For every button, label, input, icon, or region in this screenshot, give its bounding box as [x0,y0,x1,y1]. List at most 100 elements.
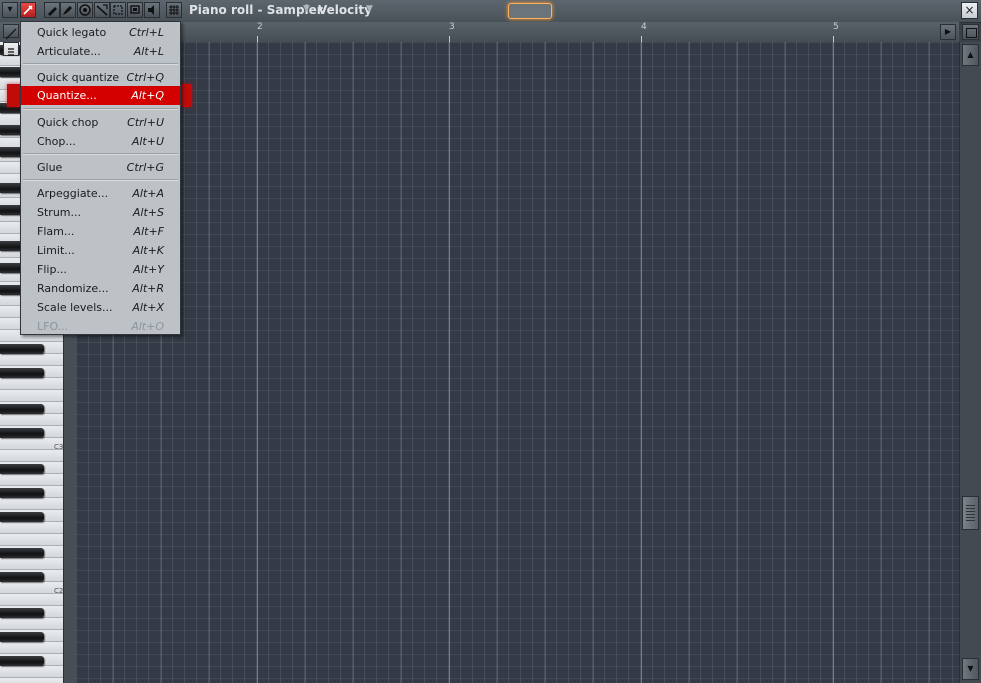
keyboard-view-button[interactable] [3,24,19,40]
black-key[interactable] [0,344,44,354]
menu-item-shortcut: Alt+O [131,320,164,333]
target-control-label[interactable]: Velocity [318,3,372,17]
beat-line [353,42,354,683]
black-key[interactable] [0,632,44,642]
menu-item-lfo: LFO... Alt+O [21,317,180,336]
beat-line [689,42,690,683]
menu-item-shortcut: Alt+Y [133,263,164,276]
playback-tool-button[interactable] [144,2,160,18]
menu-item-randomize[interactable]: Randomize... Alt+R [21,279,180,298]
stamp-icon [169,5,179,15]
black-key[interactable] [0,656,44,666]
black-key[interactable] [0,428,44,438]
diagonal-icon [5,28,17,40]
ruler-bar-label: 5 [833,22,839,32]
wrench-icon [23,5,33,15]
keyboard-options-button[interactable] [3,42,19,56]
tools-menu-button[interactable] [20,2,36,18]
black-key[interactable] [0,548,44,558]
menu-item-label: Limit... [37,244,75,257]
octave-label: C2 [54,587,64,595]
menu-item-arpeggiate[interactable]: Arpeggiate... Alt+A [21,184,180,203]
brush-icon [63,6,72,15]
pencil-icon [48,7,57,16]
menu-item-quick-quantize[interactable]: Quick quantize Ctrl+Q [21,68,180,87]
black-key[interactable] [0,512,44,522]
bar-line [449,42,450,683]
window-menu-button[interactable]: ▾ [2,2,18,18]
arrow-right-icon: ▶ [944,27,952,36]
speaker-icon [148,5,154,15]
menu-item-shortcut: Alt+K [132,244,164,257]
scroll-right-button[interactable]: ▶ [940,24,956,40]
menu-item-label: Articulate... [37,45,101,58]
menu-separator [23,63,178,65]
menu-item-articulate[interactable]: Articulate... Alt+L [21,42,180,61]
beat-line [785,42,786,683]
tools-menu: Quick legato Ctrl+L Articulate... Alt+L … [20,21,181,335]
menu-item-strum[interactable]: Strum... Alt+S [21,203,180,222]
arrow-down-icon: ▾ [7,4,13,15]
menu-item-label: LFO... [37,320,69,333]
title-dropdown-icon[interactable]: ▼ [303,4,310,14]
menu-item-shortcut: Ctrl+Q [126,71,164,84]
zoom-icon [130,5,140,14]
scroll-down-button[interactable]: ▼ [962,658,979,680]
menu-item-shortcut: Alt+Q [131,89,164,102]
black-key[interactable] [0,404,44,414]
menu-separator [23,153,178,155]
scrollbar-thumb[interactable] [962,496,979,530]
menu-item-quantize[interactable]: Quantize... Alt+Q [21,86,180,105]
vertical-scrollbar[interactable]: ▲ ▼ [959,42,981,683]
scroll-up-button[interactable]: ▲ [962,44,979,66]
select-tool-button[interactable] [110,2,126,18]
menu-item-shortcut: Alt+U [131,135,164,148]
beat-line [593,42,594,683]
menu-separator [23,108,178,110]
menu-item-label: Chop... [37,135,76,148]
slice-tool-button[interactable] [94,2,110,18]
black-key[interactable] [0,572,44,582]
close-button[interactable]: × [961,2,978,19]
list-icon [8,48,14,56]
stamp-button[interactable] [166,2,182,18]
hint-bar [508,3,552,19]
menu-item-chop[interactable]: Chop... Alt+U [21,132,180,151]
paint-tool-button[interactable] [60,2,76,18]
menu-item-shortcut: Alt+L [133,45,164,58]
menu-item-shortcut: Alt+S [132,206,164,219]
menu-item-shortcut: Ctrl+U [127,116,164,129]
menu-item-quick-chop[interactable]: Quick chop Ctrl+U [21,113,180,132]
menu-item-label: Scale levels... [37,301,113,314]
menu-item-glue[interactable]: Glue Ctrl+G [21,158,180,177]
menu-item-scale-levels[interactable]: Scale levels... Alt+X [21,298,180,317]
menu-item-limit[interactable]: Limit... Alt+K [21,241,180,260]
target-dropdown-icon[interactable]: ▼ [366,4,373,14]
menu-item-flam[interactable]: Flam... Alt+F [21,222,180,241]
bar-line [833,42,834,683]
slice-icon [96,4,108,16]
menu-item-label: Quick legato [37,26,107,39]
ruler-bar-label: 4 [641,22,647,32]
mute-tool-button[interactable] [77,2,93,18]
menu-item-shortcut: Ctrl+G [126,161,164,174]
menu-separator [23,179,178,181]
menu-item-label: Randomize... [37,282,109,295]
black-key[interactable] [0,368,44,378]
draw-tool-button[interactable] [44,2,60,18]
menu-item-label: Quick quantize [37,71,120,84]
beat-line [401,42,402,683]
menu-item-label: Strum... [37,206,81,219]
view-toggle-button[interactable] [962,24,979,40]
arrow-up-icon: ▲ [967,50,974,59]
black-key[interactable] [0,464,44,474]
beat-line [209,42,210,683]
menu-item-flip[interactable]: Flip... Alt+Y [21,260,180,279]
title-bar: ▾ Piano roll - Sampler ▼ Velocity ▼ × [0,0,981,23]
menu-item-quick-legato[interactable]: Quick legato Ctrl+L [21,23,180,42]
black-key[interactable] [0,608,44,618]
menu-item-label: Arpeggiate... [37,187,109,200]
black-key[interactable] [0,488,44,498]
zoom-tool-button[interactable] [127,2,143,18]
menu-item-label: Glue [37,161,63,174]
